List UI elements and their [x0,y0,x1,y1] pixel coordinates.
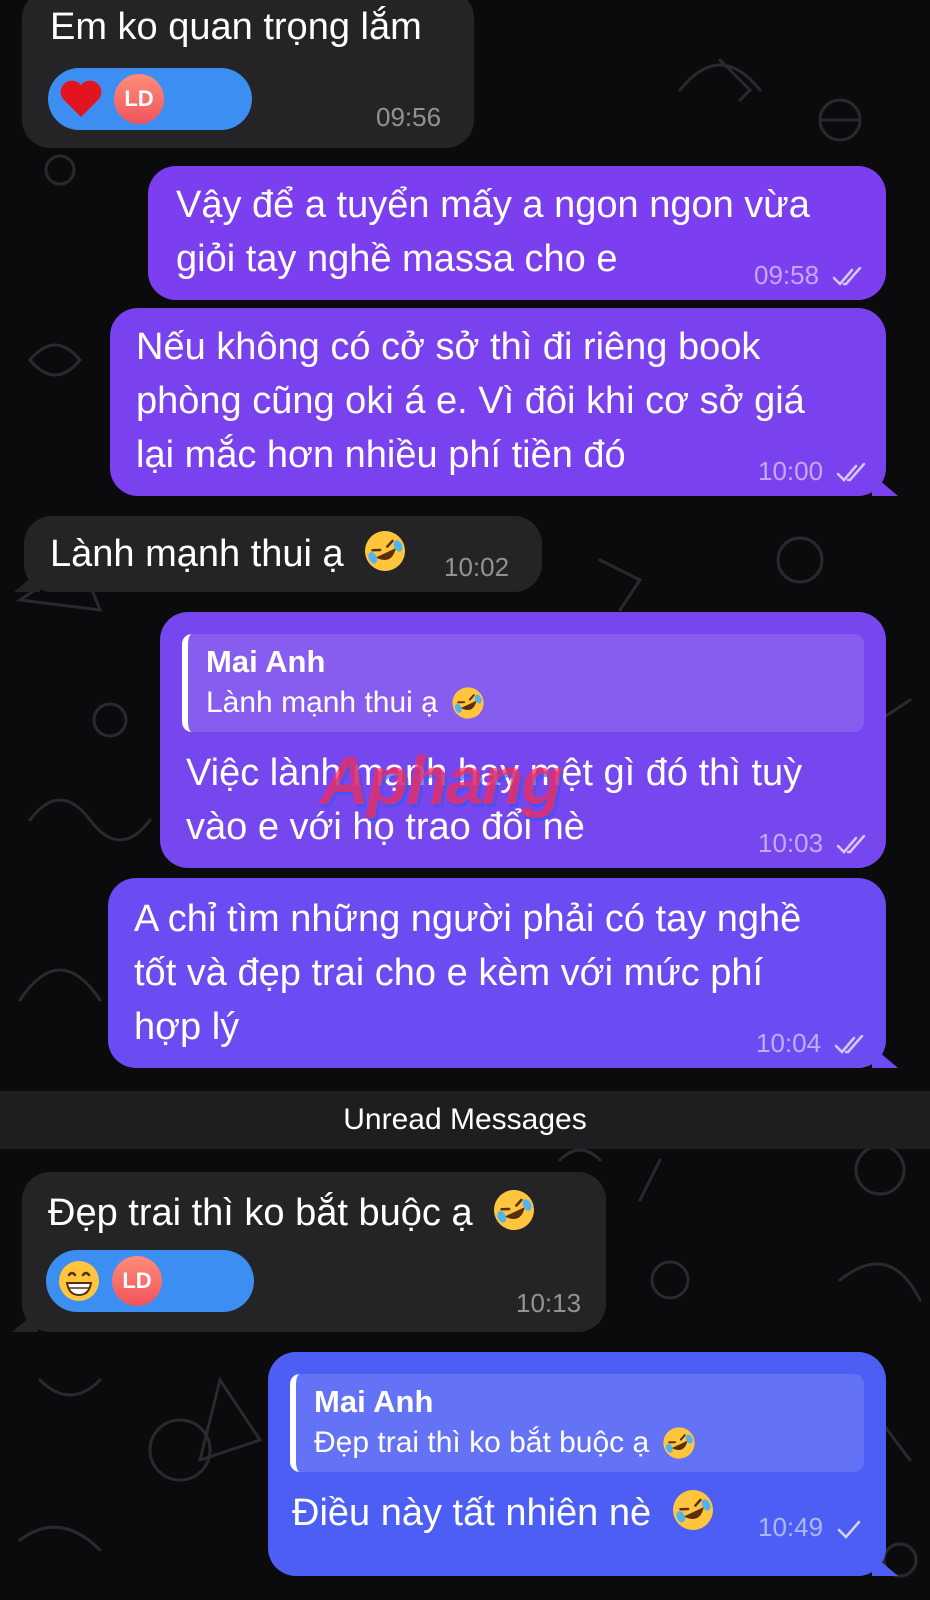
avatar: LD [114,74,164,124]
message-line: Vậy để a tuyển mấy a ngon ngon vừa [176,184,810,226]
outgoing-message[interactable]: Mai Anh Lành mạnh thui ạ Việc lành mạnh … [160,612,886,868]
reply-author: Mai Anh [206,644,326,679]
outgoing-message[interactable]: Vậy để a tuyển mấy a ngon ngon vừa giỏi … [148,166,886,300]
unread-messages-divider: Unread Messages [0,1091,930,1149]
double-check-icon [833,267,862,286]
message-time: 10:04 [756,1028,866,1058]
avatar: LD [112,1256,162,1306]
message-line: hợp lý [134,1006,240,1048]
heart-icon [58,76,104,122]
outgoing-message[interactable]: Nếu không có cở sở thì đi riêng book phò… [110,308,886,496]
reply-text: Đẹp trai thì ko bắt buộc ạ [314,1426,650,1459]
incoming-message[interactable]: Đẹp trai thì ko bắt buộc ạ LD 10:13 [22,1172,606,1332]
message-time-text: 10:49 [758,1512,824,1542]
message-time: 10:49 [758,1512,862,1542]
double-check-icon [835,1035,864,1054]
message-line: tốt và đẹp trai cho e kèm với mức phí [134,952,764,994]
message-text: Đẹp trai thì ko bắt buộc ạ [48,1192,473,1234]
message-line: phòng cũng oki á e. Vì đôi khi cơ sở giá [136,380,805,422]
message-line: Nếu không có cở sở thì đi riêng book [136,326,761,368]
rolling-on-floor-laughing-emoji [365,531,406,571]
message-line: lại mắc hơn nhiều phí tiền đó [136,434,626,476]
rolling-on-floor-laughing-emoji [663,1427,695,1459]
incoming-message[interactable]: Lành mạnh thui ạ 10:02 [24,516,542,592]
message-line: giỏi tay nghề massa cho e [176,238,618,280]
message-time: 09:58 [754,260,864,290]
message-time: 09:56 [376,102,442,132]
message-time-text: 09:58 [754,260,820,290]
message-time: 10:03 [758,828,868,858]
message-line: A chỉ tìm những người phải có tay nghề [134,898,802,940]
reply-author: Mai Anh [314,1384,434,1419]
message-text: Lành mạnh thui ạ [50,533,344,575]
reply-quote[interactable]: Mai Anh Lành mạnh thui ạ [182,634,864,732]
reaction-chip[interactable]: LD [48,68,252,130]
rolling-on-floor-laughing-emoji [672,1490,713,1530]
message-line: vào e với họ trao đổi nè [186,806,585,848]
reaction-chip[interactable]: LD [46,1250,254,1312]
reply-text: Lành mạnh thui ạ [206,686,438,719]
incoming-message[interactable]: Em ko quan trọng lắm LD 09:56 [22,0,474,148]
message-time: 10:13 [516,1288,582,1318]
outgoing-message[interactable]: Mai Anh Đẹp trai thì ko bắt buộc ạ Điều … [268,1352,886,1576]
message-text: Điều này tất nhiên nè [292,1492,652,1534]
message-text: Em ko quan trọng lắm [50,6,422,48]
outgoing-message[interactable]: A chỉ tìm những người phải có tay nghề t… [108,878,886,1068]
rolling-on-floor-laughing-emoji [452,687,484,719]
message-time: 10:00 [758,456,868,486]
message-time-text: 10:03 [758,828,824,858]
double-check-icon [837,835,866,854]
rolling-on-floor-laughing-emoji [494,1190,535,1230]
message-time-text: 10:04 [756,1028,822,1058]
single-check-icon [838,1520,861,1539]
message-line: Việc lành mạnh hay mệt gì đó thì tuỳ [186,752,803,794]
double-check-icon [837,463,866,482]
unread-label: Unread Messages [343,1103,587,1136]
reply-quote[interactable]: Mai Anh Đẹp trai thì ko bắt buộc ạ [290,1374,864,1472]
message-time: 10:02 [444,552,510,582]
message-time-text: 10:00 [758,456,824,486]
grinning-face-emoji [56,1258,102,1304]
